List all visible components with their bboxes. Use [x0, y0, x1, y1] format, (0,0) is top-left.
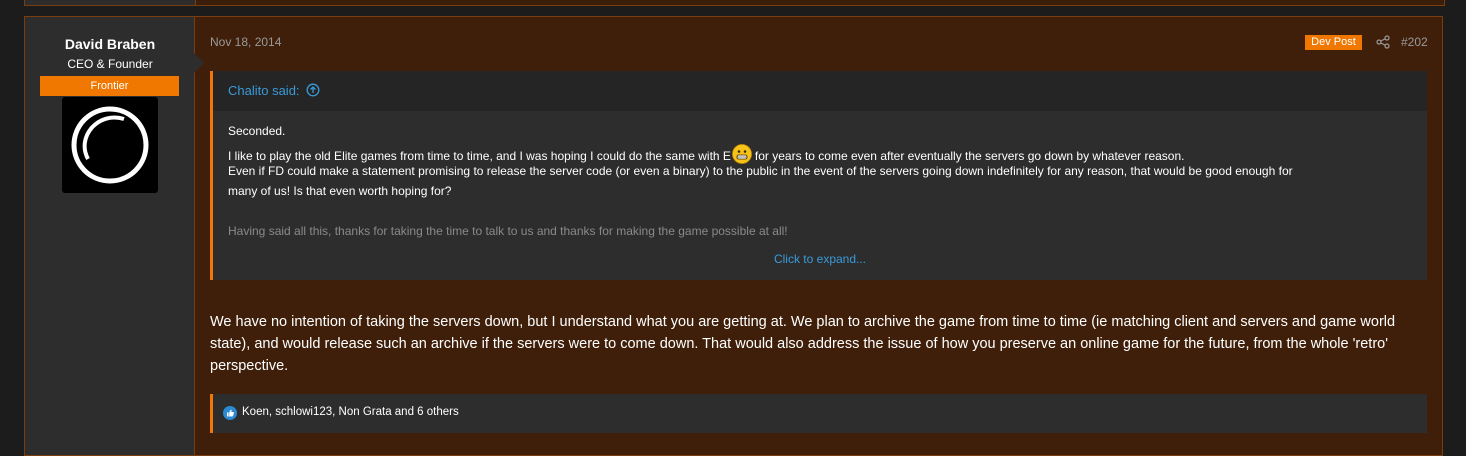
- previous-post-edge: [24, 0, 1445, 6]
- quote-line: I like to play the old Elite games from …: [228, 144, 1184, 164]
- grin-smiley-icon: [732, 144, 752, 164]
- user-banner: Frontier: [40, 76, 179, 96]
- frontier-logo-icon: [71, 106, 149, 184]
- quote-content: Seconded. I like to play the old Elite g…: [213, 111, 1427, 280]
- previous-post-user-cell: [25, 0, 196, 5]
- author-title: CEO & Founder: [67, 57, 153, 71]
- post-date[interactable]: Nov 18, 2014: [210, 35, 281, 49]
- click-to-expand-link[interactable]: Click to expand...: [213, 252, 1427, 266]
- quote-faded-line: Having said all this, thanks for taking …: [228, 224, 788, 238]
- quote-line: Even if FD could make a statement promis…: [228, 164, 1293, 178]
- arrow-up-circle-icon[interactable]: [306, 83, 320, 97]
- user-info-cell: David Braben CEO & Founder Frontier: [25, 17, 195, 455]
- author-name[interactable]: David Braben: [25, 36, 195, 52]
- quote-block: Chalito said: Seconded. I like to play t…: [210, 71, 1427, 280]
- thumbs-up-icon: [223, 406, 237, 420]
- quote-line: many of us! Is that even worth hoping fo…: [228, 184, 452, 198]
- forum-post: David Braben CEO & Founder Frontier Nov …: [24, 16, 1443, 456]
- dev-post-badge: Dev Post: [1305, 35, 1362, 50]
- reactions-bar: Koen, schlowi123, Non Grata and 6 others: [210, 394, 1427, 433]
- quote-author-link[interactable]: Chalito said:: [228, 83, 300, 98]
- share-icon[interactable]: [1376, 35, 1390, 49]
- quote-header: Chalito said:: [213, 71, 1427, 111]
- avatar[interactable]: [62, 97, 158, 193]
- post-main: Nov 18, 2014 Dev Post #202 Chalito said:…: [195, 17, 1442, 455]
- reaction-list-link[interactable]: Koen, schlowi123, Non Grata and 6 others: [242, 406, 459, 418]
- post-number-link[interactable]: #202: [1401, 35, 1428, 49]
- quote-line: Seconded.: [228, 124, 286, 138]
- post-message: We have no intention of taking the serve…: [210, 314, 1396, 374]
